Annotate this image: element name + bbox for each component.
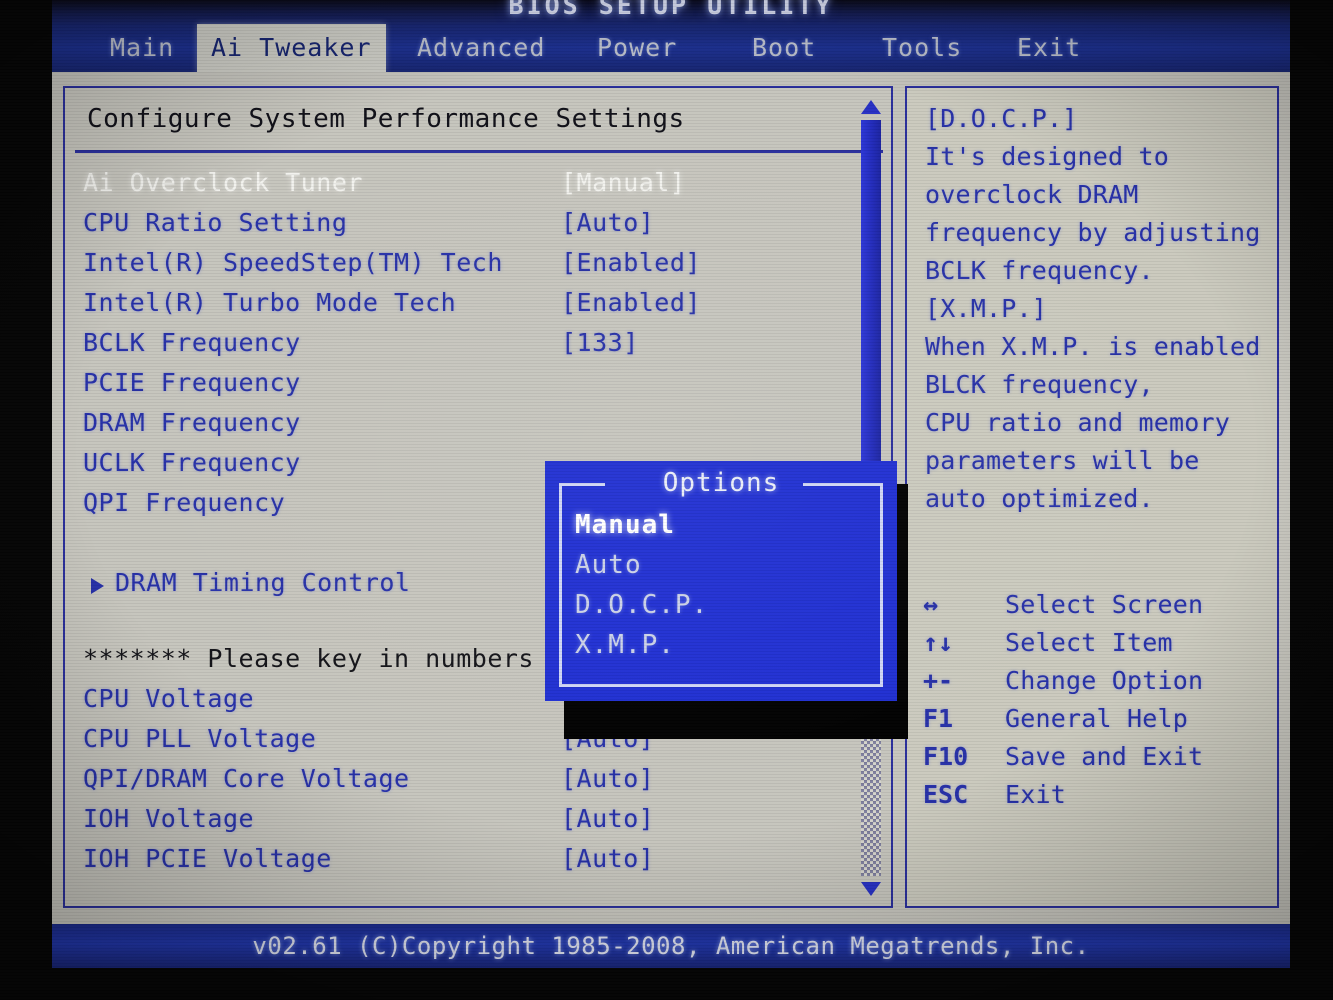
legend-description: Exit xyxy=(1005,780,1067,809)
setting-label: QPI Frequency xyxy=(83,488,286,517)
setting-value[interactable]: [Enabled] xyxy=(561,248,701,277)
panel-header: Configure System Performance Settings xyxy=(87,104,685,134)
options-dialog[interactable]: Options Manual Auto D.O.C.P. X.M.P. xyxy=(545,461,897,701)
help-line: When X.M.P. is enabled xyxy=(925,332,1261,361)
setting-value[interactable]: [Auto] xyxy=(561,804,654,833)
legend-key: ESC xyxy=(923,780,969,809)
legend-description: Select Item xyxy=(1005,628,1173,657)
help-line: auto optimized. xyxy=(925,484,1154,513)
help-line: BCLK frequency. xyxy=(925,256,1154,285)
option-item[interactable]: X.M.P. xyxy=(575,625,708,665)
copyright-text: v02.61 (C)Copyright 1985-2008, American … xyxy=(252,932,1090,960)
legend-description: Select Screen xyxy=(1005,590,1204,619)
setting-value[interactable]: [133] xyxy=(561,328,639,357)
triangle-down-icon[interactable] xyxy=(861,882,881,896)
help-line: overclock DRAM xyxy=(925,180,1139,209)
triangle-right-icon xyxy=(91,578,104,594)
setting-label: CPU Ratio Setting xyxy=(83,208,348,237)
tab-tools[interactable]: Tools xyxy=(882,24,962,72)
tab-ai-tweaker[interactable]: Ai Tweaker xyxy=(197,24,386,72)
setting-row[interactable]: QPI/DRAM Core Voltage [Auto] xyxy=(83,764,873,804)
setting-label: IOH PCIE Voltage xyxy=(83,844,332,873)
setting-row[interactable]: Ai Overclock Tuner [Manual] xyxy=(83,168,873,208)
option-item[interactable]: D.O.C.P. xyxy=(575,585,708,625)
legend-row: ESC Exit xyxy=(919,780,1275,818)
legend-row: ↑↓ Select Item xyxy=(919,628,1275,666)
title-bar: BIOS SETUP UTILITY xyxy=(52,0,1290,24)
setting-value[interactable]: [Auto] xyxy=(561,764,654,793)
setting-label: CPU PLL Voltage xyxy=(83,724,317,753)
setting-value[interactable]: [Auto] xyxy=(561,844,654,873)
setting-row[interactable]: CPU Ratio Setting [Auto] xyxy=(83,208,873,248)
legend-row: +- Change Option xyxy=(919,666,1275,704)
help-line: frequency by adjusting xyxy=(925,218,1261,247)
setting-row[interactable]: DRAM Frequency xyxy=(83,408,873,448)
legend-key: F10 xyxy=(923,742,969,771)
setting-label: UCLK Frequency xyxy=(83,448,301,477)
key-legend: ↔ Select Screen ↑↓ Select Item +- Change Opti… xyxy=(919,590,1275,818)
triangle-up-icon[interactable] xyxy=(861,100,881,114)
setting-label: IOH Voltage xyxy=(83,804,255,833)
options-list[interactable]: Manual Auto D.O.C.P. X.M.P. xyxy=(575,505,708,665)
setting-row[interactable]: IOH Voltage [Auto] xyxy=(83,804,873,844)
setting-value[interactable]: [Manual] xyxy=(561,168,685,197)
setting-label: Intel(R) SpeedStep(TM) Tech xyxy=(83,248,503,277)
help-line: BLCK frequency, xyxy=(925,370,1154,399)
tab-power[interactable]: Power xyxy=(597,24,677,72)
legend-key: +- xyxy=(923,666,954,695)
main-body: Configure System Performance Settings Ai… xyxy=(52,72,1290,924)
setting-row[interactable]: IOH PCIE Voltage [Auto] xyxy=(83,844,873,884)
legend-key: ↔ xyxy=(923,590,939,619)
legend-description: Change Option xyxy=(1005,666,1204,695)
setting-row[interactable]: PCIE Frequency xyxy=(83,368,873,408)
tab-advanced[interactable]: Advanced xyxy=(417,24,545,72)
setting-label: PCIE Frequency xyxy=(83,368,301,397)
setting-label: Ai Overclock Tuner xyxy=(83,168,363,197)
setting-label: DRAM Frequency xyxy=(83,408,301,437)
submenu-label: DRAM Timing Control xyxy=(115,568,411,597)
setting-row[interactable]: Intel(R) Turbo Mode Tech [Enabled] xyxy=(83,288,873,328)
crt-photo-frame: BIOS SETUP UTILITY Main Ai Tweaker Advance… xyxy=(0,0,1333,1000)
setting-row[interactable]: BCLK Frequency [133] xyxy=(83,328,873,368)
help-line: [D.O.C.P.] xyxy=(925,104,1078,133)
legend-description: Save and Exit xyxy=(1005,742,1204,771)
legend-row: F1 General Help xyxy=(919,704,1275,742)
setting-label: Intel(R) Turbo Mode Tech xyxy=(83,288,457,317)
setting-label: CPU Voltage xyxy=(83,684,255,713)
tab-boot[interactable]: Boot xyxy=(752,24,816,72)
setting-row[interactable]: Intel(R) SpeedStep(TM) Tech [Enabled] xyxy=(83,248,873,288)
tab-exit[interactable]: Exit xyxy=(1017,24,1081,72)
setting-label: QPI/DRAM Core Voltage xyxy=(83,764,410,793)
legend-row: ↔ Select Screen xyxy=(919,590,1275,628)
setting-value[interactable]: [Enabled] xyxy=(561,288,701,317)
bios-setup-screen: BIOS SETUP UTILITY Main Ai Tweaker Advance… xyxy=(52,0,1290,968)
option-item[interactable]: Auto xyxy=(575,545,708,585)
help-text: [D.O.C.P.] It's designed to overclock DRAM… xyxy=(925,100,1275,518)
legend-key: F1 xyxy=(923,704,954,733)
tab-main[interactable]: Main xyxy=(110,24,174,72)
help-panel: [D.O.C.P.] It's designed to overclock DRAM… xyxy=(905,86,1279,908)
option-item[interactable]: Manual xyxy=(575,505,708,545)
setting-label: BCLK Frequency xyxy=(83,328,301,357)
header-divider xyxy=(75,150,883,153)
page-title: BIOS SETUP UTILITY xyxy=(508,0,834,20)
help-line: It's designed to xyxy=(925,142,1170,171)
legend-key: ↑↓ xyxy=(923,628,954,657)
legend-row: F10 Save and Exit xyxy=(919,742,1275,780)
menu-bar[interactable]: Main Ai Tweaker Advanced Power Boot Tools Exit xyxy=(52,24,1290,72)
help-line: parameters will be xyxy=(925,446,1200,475)
legend-description: General Help xyxy=(1005,704,1189,733)
help-line: CPU ratio and memory xyxy=(925,408,1231,437)
footer-bar: v02.61 (C)Copyright 1985-2008, American … xyxy=(52,924,1290,968)
help-line: [X.M.P.] xyxy=(925,294,1048,323)
dialog-title: Options xyxy=(662,468,780,498)
setting-value[interactable]: [Auto] xyxy=(561,208,654,237)
